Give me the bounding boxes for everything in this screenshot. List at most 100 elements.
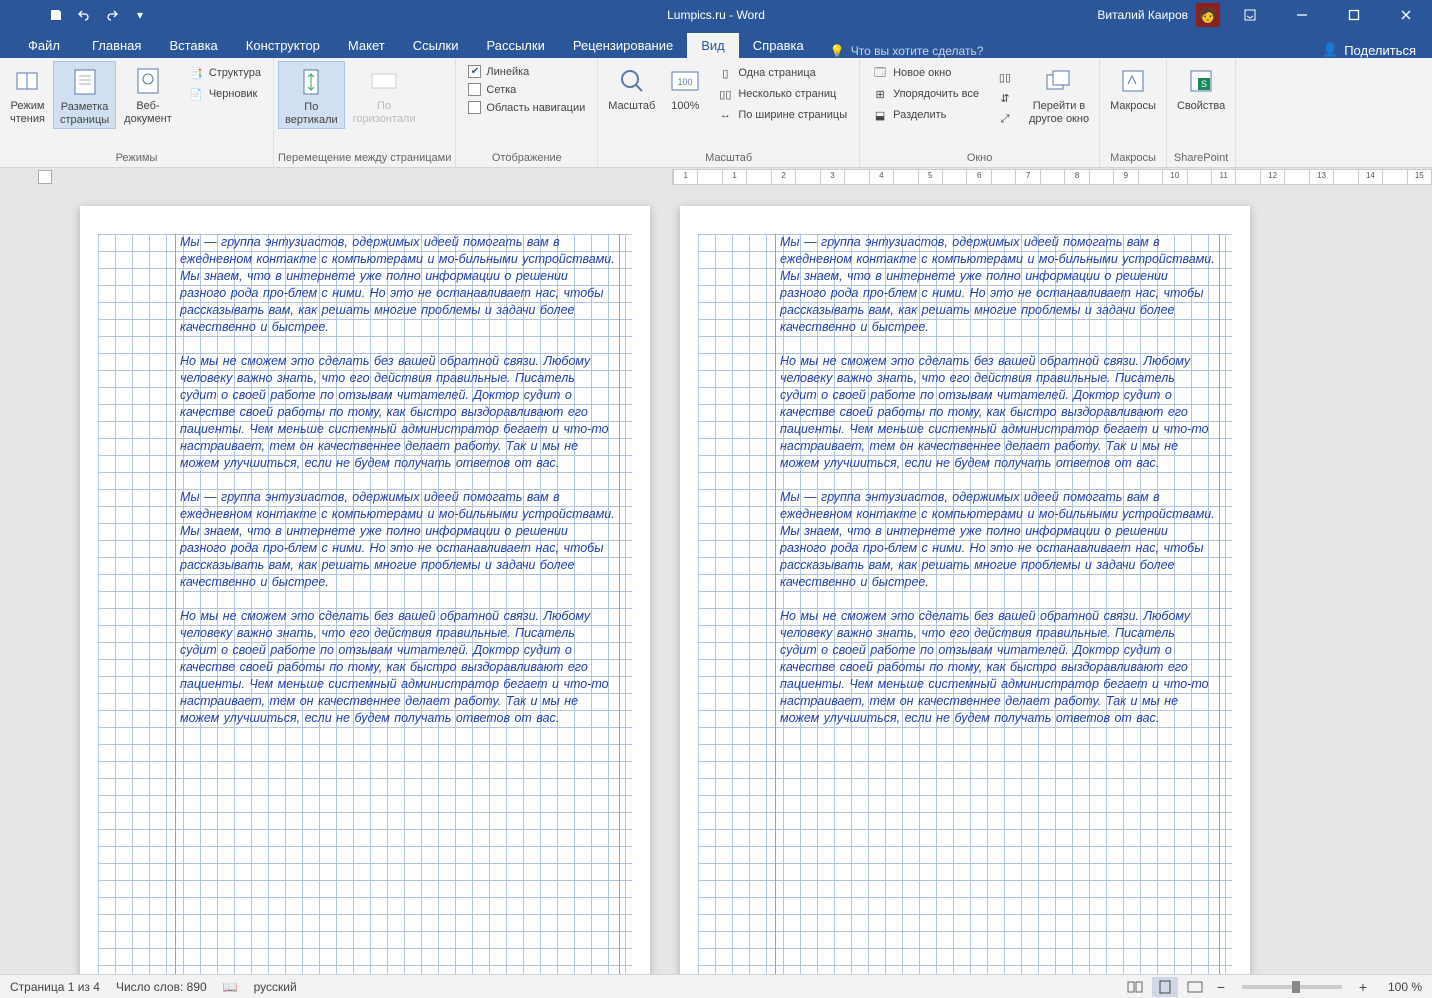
- group-zoom: Масштаб 100 100% ▯Одна страница ▯▯Нескол…: [598, 58, 860, 167]
- tab-design[interactable]: Конструктор: [232, 33, 334, 58]
- page-width-button[interactable]: ↔По ширине страницы: [713, 105, 851, 125]
- draft-button[interactable]: 📄 Черновик: [184, 84, 265, 104]
- hundred-icon: 100: [669, 65, 701, 97]
- word-count[interactable]: Число слов: 890: [116, 980, 207, 994]
- read-mode-button[interactable]: Режим чтения: [4, 61, 51, 127]
- tab-file[interactable]: Файл: [10, 33, 78, 58]
- group-show: ✔Линейка Сетка Область навигации Отображ…: [456, 58, 598, 167]
- ruler-row: 1123456789101112131415: [0, 168, 1432, 186]
- reset-pos-icon: ⤢: [997, 111, 1013, 127]
- redo-icon[interactable]: [101, 4, 123, 26]
- window-title: Lumpics.ru - Word: [667, 8, 765, 22]
- arrange-all-button[interactable]: ⊞Упорядочить все: [868, 84, 983, 104]
- draft-icon: 📄: [188, 86, 204, 102]
- zoom-thumb[interactable]: [1292, 981, 1300, 993]
- language-status[interactable]: русский: [254, 980, 297, 994]
- proofing-icon[interactable]: 📖: [223, 980, 238, 994]
- share-icon: 👤: [1322, 42, 1338, 58]
- sharepoint-icon: S: [1185, 65, 1217, 97]
- avatar[interactable]: 🧑: [1196, 3, 1220, 27]
- tab-home[interactable]: Главная: [78, 33, 155, 58]
- page-width-label: По ширине страницы: [738, 109, 847, 121]
- page-status[interactable]: Страница 1 из 4: [10, 980, 100, 994]
- properties-button[interactable]: S Свойства: [1171, 61, 1231, 115]
- draft-label: Черновик: [209, 88, 258, 100]
- split-label: Разделить: [893, 109, 946, 121]
- zoom-button[interactable]: Масштаб: [602, 61, 661, 115]
- vertical-label: По вертикали: [285, 101, 338, 126]
- new-window-button[interactable]: 🗔Новое окно: [868, 63, 983, 83]
- read-mode-label: Режим чтения: [10, 100, 45, 125]
- qat-dropdown-icon[interactable]: ▾: [129, 4, 151, 26]
- zoom-in-button[interactable]: +: [1354, 979, 1372, 995]
- titlebar: ▾ Lumpics.ru - Word Виталий Каиров 🧑: [0, 0, 1432, 30]
- tab-selector[interactable]: [38, 170, 52, 184]
- split-button[interactable]: ⬓Разделить: [868, 105, 983, 125]
- tab-help[interactable]: Справка: [739, 33, 818, 58]
- paragraph: Мы — группа энтузиастов, одержимых идеей…: [780, 234, 1215, 336]
- ribbon-options-icon[interactable]: [1228, 0, 1272, 30]
- margin-line-left: [775, 234, 776, 974]
- tab-insert[interactable]: Вставка: [155, 33, 231, 58]
- zoom-100-button[interactable]: 100 100%: [663, 61, 707, 115]
- minimize-icon[interactable]: [1280, 0, 1324, 30]
- statusbar: Страница 1 из 4 Число слов: 890 📖 русски…: [0, 974, 1432, 998]
- zoom-percent[interactable]: 100 %: [1376, 980, 1422, 994]
- reset-position-button[interactable]: ⤢: [993, 109, 1017, 129]
- document-area[interactable]: Мы — группа энтузиастов, одержимых идеей…: [0, 186, 1432, 974]
- vertical-button[interactable]: По вертикали: [278, 61, 345, 129]
- macros-label: Макросы: [1110, 100, 1156, 113]
- outline-icon: 📑: [188, 65, 204, 81]
- svg-text:S: S: [1201, 79, 1207, 89]
- switch-windows-icon: [1043, 65, 1075, 97]
- web-layout-button[interactable]: Веб- документ: [118, 61, 178, 127]
- macros-button[interactable]: Макросы: [1104, 61, 1162, 115]
- tab-layout[interactable]: Макет: [334, 33, 399, 58]
- tab-review[interactable]: Рецензирование: [559, 33, 687, 58]
- group-modes: Режим чтения Разметка страницы Веб- доку…: [0, 58, 274, 167]
- horizontal-button: По горизонтали: [347, 61, 422, 127]
- web-layout-label: Веб- документ: [124, 100, 172, 125]
- zoom-slider[interactable]: [1242, 985, 1342, 989]
- maximize-icon[interactable]: [1332, 0, 1376, 30]
- zoom-100-label: 100%: [671, 100, 699, 113]
- tell-me-input[interactable]: 💡 Что вы хотите сделать?: [818, 44, 996, 58]
- close-icon[interactable]: [1384, 0, 1428, 30]
- zoom-out-button[interactable]: −: [1212, 979, 1230, 995]
- outline-button[interactable]: 📑Структура: [184, 63, 265, 83]
- tab-references[interactable]: Ссылки: [399, 33, 473, 58]
- tab-mailings[interactable]: Рассылки: [472, 33, 558, 58]
- web-layout-view-icon[interactable]: [1182, 977, 1208, 997]
- tab-view[interactable]: Вид: [687, 33, 739, 58]
- navpane-checkbox[interactable]: Область навигации: [464, 99, 589, 116]
- share-label: Поделиться: [1344, 43, 1416, 58]
- ruler-checkbox[interactable]: ✔Линейка: [464, 63, 589, 80]
- page-2: Мы — группа энтузиастов, одержимых идеей…: [680, 206, 1250, 974]
- macros-icon: [1117, 65, 1149, 97]
- sync-scroll-button[interactable]: ⇵: [993, 88, 1017, 108]
- undo-icon[interactable]: [73, 4, 95, 26]
- grid-checkbox[interactable]: Сетка: [464, 81, 589, 98]
- print-layout-label: Разметка страницы: [60, 101, 109, 126]
- print-layout-button[interactable]: Разметка страницы: [53, 61, 116, 129]
- horizontal-ruler[interactable]: 1123456789101112131415: [672, 169, 1432, 185]
- paragraph: Но мы не сможем это сделать без вашей об…: [780, 353, 1215, 472]
- group-show-label: Отображение: [460, 150, 593, 167]
- horizontal-label: По горизонтали: [353, 100, 416, 125]
- group-pagemove: По вертикали По горизонтали Перемещение …: [274, 58, 456, 167]
- paragraph: Но мы не сможем это сделать без вашей об…: [180, 608, 615, 727]
- print-layout-view-icon[interactable]: [1152, 977, 1178, 997]
- checkbox-icon: [468, 83, 481, 96]
- read-mode-view-icon[interactable]: [1122, 977, 1148, 997]
- one-page-button[interactable]: ▯Одна страница: [713, 63, 851, 83]
- handwriting-text: Мы — группа энтузиастов, одержимых идеей…: [180, 234, 615, 744]
- globe-page-icon: [132, 65, 164, 97]
- share-button[interactable]: 👤 Поделиться: [1306, 42, 1432, 58]
- tell-me-placeholder: Что вы хотите сделать?: [851, 44, 984, 58]
- switch-windows-button[interactable]: Перейти в другое окно: [1023, 61, 1095, 127]
- multi-page-button[interactable]: ▯▯Несколько страниц: [713, 84, 851, 104]
- svg-text:100: 100: [678, 77, 693, 87]
- side-by-side-button[interactable]: ▯▯: [993, 67, 1017, 87]
- save-icon[interactable]: [45, 4, 67, 26]
- grid-label: Сетка: [486, 84, 516, 96]
